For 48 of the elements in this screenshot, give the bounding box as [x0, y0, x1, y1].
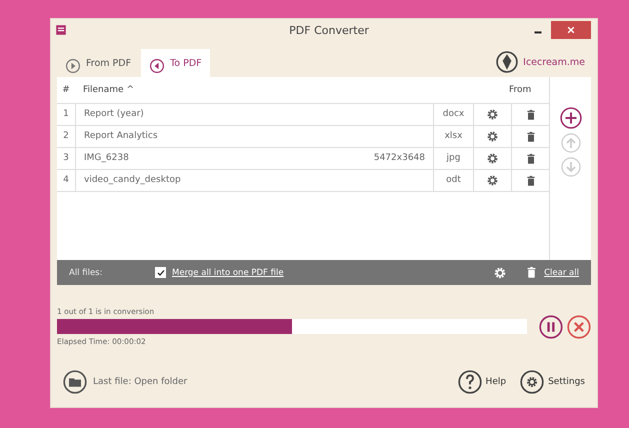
close-button[interactable] — [551, 21, 591, 39]
window-title: PDF Converter — [288, 24, 370, 36]
row-number: 1 — [62, 108, 70, 121]
checkmark-icon — [156, 268, 166, 278]
cancel-icon[interactable] — [567, 314, 591, 338]
trash-icon[interactable] — [524, 130, 536, 142]
settings-icon[interactable] — [486, 108, 499, 121]
trash-icon[interactable] — [525, 266, 538, 279]
app-icon — [55, 24, 67, 36]
file-format: odt — [433, 170, 473, 191]
tab[interactable]: To PDF — [141, 49, 210, 77]
website-link[interactable]: Icecream.me — [523, 56, 585, 68]
file-format: docx — [433, 104, 473, 125]
column-header: From — [509, 85, 532, 95]
settings-icon[interactable] — [486, 152, 499, 165]
settings-button[interactable]: Settings — [520, 370, 585, 394]
help-icon — [458, 370, 482, 394]
clear-all-link[interactable]: Clear all — [544, 268, 579, 278]
add-icon[interactable] — [560, 107, 582, 129]
tab[interactable]: From PDF — [57, 49, 140, 77]
arrow-right-circle-icon — [65, 58, 81, 74]
row-number: 4 — [62, 174, 70, 187]
image-size: 5472x3648 — [372, 152, 426, 165]
settings-icon[interactable] — [486, 174, 499, 187]
arrow-left-circle-icon — [149, 58, 166, 74]
checkbox[interactable] — [155, 267, 166, 278]
column-header: Filename ^ — [82, 85, 135, 95]
help-button[interactable]: Help — [458, 370, 506, 394]
file-format: jpg — [433, 148, 473, 169]
settings-icon[interactable] — [493, 266, 508, 280]
column-header: # — [61, 85, 71, 95]
footer-label: All files: — [69, 268, 104, 278]
merge-link[interactable]: Merge all into one PDF file — [172, 268, 284, 278]
row-number: 3 — [62, 152, 70, 165]
trash-icon[interactable] — [524, 152, 536, 164]
file-name: video_candy_desktop — [75, 170, 353, 191]
trash-icon[interactable] — [524, 108, 536, 120]
settings-icon — [520, 370, 544, 394]
row-number: 2 — [62, 130, 70, 143]
file-format: xlsx — [433, 126, 473, 147]
folder-icon[interactable] — [63, 370, 87, 394]
open-folder-link[interactable]: Last file: Open folder — [93, 377, 188, 387]
pause-icon[interactable] — [539, 314, 564, 338]
settings-icon[interactable] — [486, 130, 499, 143]
file-name: IMG_6238 — [75, 148, 353, 169]
trash-icon[interactable] — [524, 174, 536, 186]
file-name: Report (year) — [75, 104, 353, 125]
file-name: Report Analytics — [75, 126, 353, 147]
